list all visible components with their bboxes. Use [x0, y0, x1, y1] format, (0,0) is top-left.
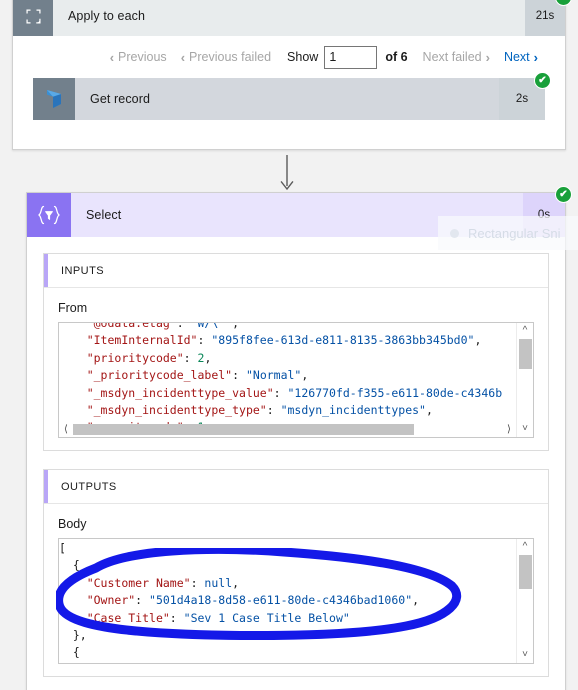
inputs-section-body: From "@odata.etag": "W/\"", "ItemInterna…: [44, 288, 548, 450]
scroll-up-icon[interactable]: ^: [517, 539, 534, 555]
body-field-label: Body: [58, 517, 87, 531]
previous-button[interactable]: ‹ Previous: [103, 50, 174, 64]
inputs-hscroll-track[interactable]: [73, 424, 502, 435]
scroll-right-icon[interactable]: ⟩: [502, 424, 516, 435]
flow-connector-arrow: [277, 155, 297, 195]
select-title: Select: [86, 208, 122, 222]
select-body: INPUTS From "@odata.etag": "W/\"", "Item…: [27, 237, 565, 677]
inputs-horizontal-scrollbar[interactable]: ⟨ ⟩: [59, 422, 516, 437]
scroll-down-icon[interactable]: ˅: [517, 421, 534, 437]
success-check-icon: ✔: [534, 72, 551, 89]
next-failed-label: Next failed: [422, 50, 482, 64]
total-pages-label: of 6: [385, 50, 408, 64]
previous-label: Previous: [118, 50, 167, 64]
outputs-section-body: Body [ { "Customer Name": null, "Owner":…: [44, 504, 548, 676]
next-failed-button[interactable]: Next failed ›: [416, 50, 497, 64]
previous-failed-label: Previous failed: [189, 50, 272, 64]
apply-to-each-card: Apply to each 21s ✔ ‹ Previous ‹ Previou…: [12, 0, 572, 150]
previous-failed-button[interactable]: ‹ Previous failed: [174, 50, 278, 64]
flow-run-details: Apply to each 21s ✔ ‹ Previous ‹ Previou…: [0, 0, 578, 690]
apply-to-each-header[interactable]: Apply to each 21s ✔: [13, 0, 572, 36]
outputs-section-header: OUTPUTS: [44, 470, 548, 504]
success-check-icon: ✔: [555, 186, 572, 203]
inputs-vscroll-thumb[interactable]: [518, 339, 532, 369]
scroll-down-icon[interactable]: ˅: [517, 647, 534, 663]
inputs-vscroll-track[interactable]: [517, 339, 534, 421]
scroll-up-icon[interactable]: ^: [517, 323, 534, 339]
outputs-vertical-scrollbar[interactable]: ^ ˅: [516, 539, 533, 663]
apply-to-each-body: ‹ Previous ‹ Previous failed Show of 6 N…: [13, 36, 565, 120]
dynamics365-icon: [33, 78, 75, 120]
inputs-hscroll-thumb[interactable]: [73, 424, 414, 435]
outputs-section: OUTPUTS Body [ { "Customer Name": null, …: [43, 469, 549, 677]
outputs-json-text: [ { "Customer Name": null, "Owner": "501…: [59, 541, 420, 663]
outputs-code-viewer[interactable]: [ { "Customer Name": null, "Owner": "501…: [58, 538, 534, 664]
data-operations-icon: [27, 193, 71, 237]
outputs-code-scroll-area: [ { "Customer Name": null, "Owner": "501…: [59, 539, 516, 663]
chevron-right-icon: ›: [533, 49, 538, 65]
from-field-label: From: [58, 301, 88, 315]
select-action-card: Select 0s ✔ INPUTS From "@odata.etag": "…: [26, 186, 572, 690]
inputs-vertical-scrollbar[interactable]: ^ ˅: [516, 323, 533, 437]
next-button[interactable]: Next ›: [497, 50, 545, 64]
chevron-right-icon: ›: [485, 49, 490, 65]
get-record-action[interactable]: Get record 2s ✔: [33, 72, 551, 120]
inputs-section: INPUTS From "@odata.etag": "W/\"", "Item…: [43, 253, 549, 451]
inputs-code-scroll-area: "@odata.etag": "W/\"", "ItemInternalId":…: [59, 322, 516, 437]
loop-icon: [13, 0, 53, 36]
page-number-input[interactable]: [324, 45, 378, 69]
chevron-left-icon: ‹: [109, 49, 115, 65]
scroll-left-icon[interactable]: ⟨: [59, 424, 73, 435]
select-header[interactable]: Select 0s ✔: [27, 186, 572, 237]
outputs-vscroll-track[interactable]: [517, 555, 534, 647]
chevron-left-icon: ‹: [180, 49, 186, 65]
next-label: Next: [503, 50, 530, 64]
get-record-title: Get record: [90, 92, 151, 106]
outputs-vscroll-thumb[interactable]: [518, 555, 532, 589]
apply-to-each-duration: 21s: [525, 0, 565, 36]
show-label: Show: [287, 50, 319, 64]
apply-to-each-title: Apply to each: [68, 9, 146, 23]
iteration-pager: ‹ Previous ‹ Previous failed Show of 6 N…: [13, 36, 565, 78]
inputs-json-text: "@odata.etag": "W/\"", "ItemInternalId":…: [86, 322, 503, 434]
inputs-code-viewer[interactable]: "@odata.etag": "W/\"", "ItemInternalId":…: [58, 322, 534, 438]
inputs-section-header: INPUTS: [44, 254, 548, 288]
